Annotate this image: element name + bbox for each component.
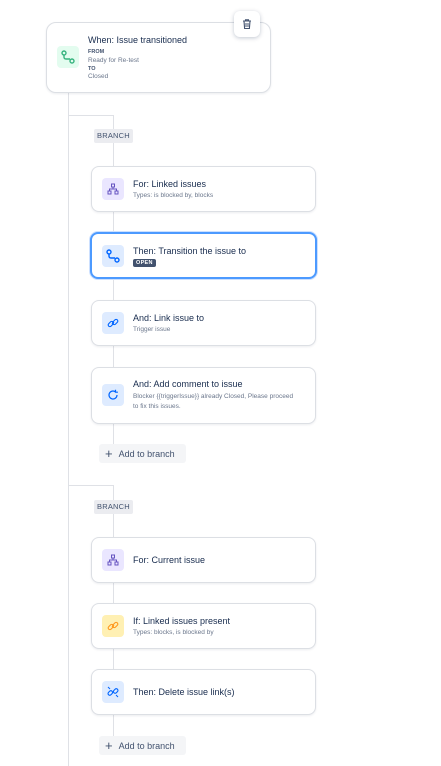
step-subtitle: Types: is blocked by, blocks — [133, 192, 214, 199]
step-add-comment[interactable]: And: Add comment to issue Blocker {{trig… — [91, 367, 316, 424]
trigger-to-value: Closed — [88, 73, 109, 80]
branch-1-connector — [68, 115, 113, 116]
plus-icon: + — [105, 446, 113, 461]
unlink-icon — [102, 681, 124, 703]
step-if-linked-issues-present[interactable]: If: Linked issues present Types: blocks,… — [91, 603, 316, 649]
step-title: If: Linked issues present — [133, 616, 231, 626]
delete-button[interactable] — [234, 11, 260, 37]
step-delete-issue-links[interactable]: Then: Delete issue link(s) — [91, 669, 316, 715]
refresh-icon — [102, 384, 124, 406]
step-subtitle: Types: blocks, is blocked by — [133, 629, 214, 636]
step-title: And: Link issue to — [133, 313, 205, 323]
link-icon — [102, 312, 124, 334]
hierarchy-icon — [102, 549, 124, 571]
branch-label: BRANCH — [94, 129, 133, 143]
step-transition-issue[interactable]: Then: Transition the issue to OPEN — [90, 232, 317, 279]
step-for-linked-issues[interactable]: For: Linked issues Types: is blocked by,… — [91, 166, 316, 212]
branch-label: BRANCH — [94, 500, 133, 514]
add-to-branch-label: Add to branch — [118, 740, 175, 751]
trigger-from-value: Ready for Re-test — [88, 57, 139, 64]
step-subtitle-line-2: to fix this issues. — [133, 403, 181, 410]
trash-icon — [243, 19, 251, 30]
step-subtitle: Trigger issue — [133, 326, 171, 333]
add-to-branch-label: Add to branch — [118, 448, 175, 459]
branch-2-connector — [68, 485, 113, 486]
step-title: And: Add comment to issue — [133, 379, 243, 389]
transition-icon — [102, 245, 124, 267]
step-link-issue[interactable]: And: Link issue to Trigger issue — [91, 300, 316, 346]
step-for-current-issue[interactable]: For: Current issue — [91, 537, 316, 583]
main-connector-line — [68, 93, 69, 766]
transition-icon — [57, 46, 79, 68]
step-subtitle-line-1: Blocker {{triggerIssue}} already Closed,… — [133, 393, 294, 400]
step-title: For: Current issue — [133, 555, 206, 565]
step-title: For: Linked issues — [133, 179, 207, 189]
status-lozenge: OPEN — [133, 259, 156, 267]
step-title: Then: Transition the issue to — [133, 246, 247, 256]
hierarchy-icon — [102, 178, 124, 200]
trigger-from-label: FROM — [88, 49, 105, 55]
add-to-branch-button[interactable]: + Add to branch — [99, 736, 186, 755]
step-title: Then: Delete issue link(s) — [133, 687, 235, 697]
add-to-branch-button[interactable]: + Add to branch — [99, 444, 186, 463]
trigger-title: When: Issue transitioned — [88, 35, 188, 45]
plus-icon: + — [105, 738, 113, 753]
link-icon — [102, 615, 124, 637]
